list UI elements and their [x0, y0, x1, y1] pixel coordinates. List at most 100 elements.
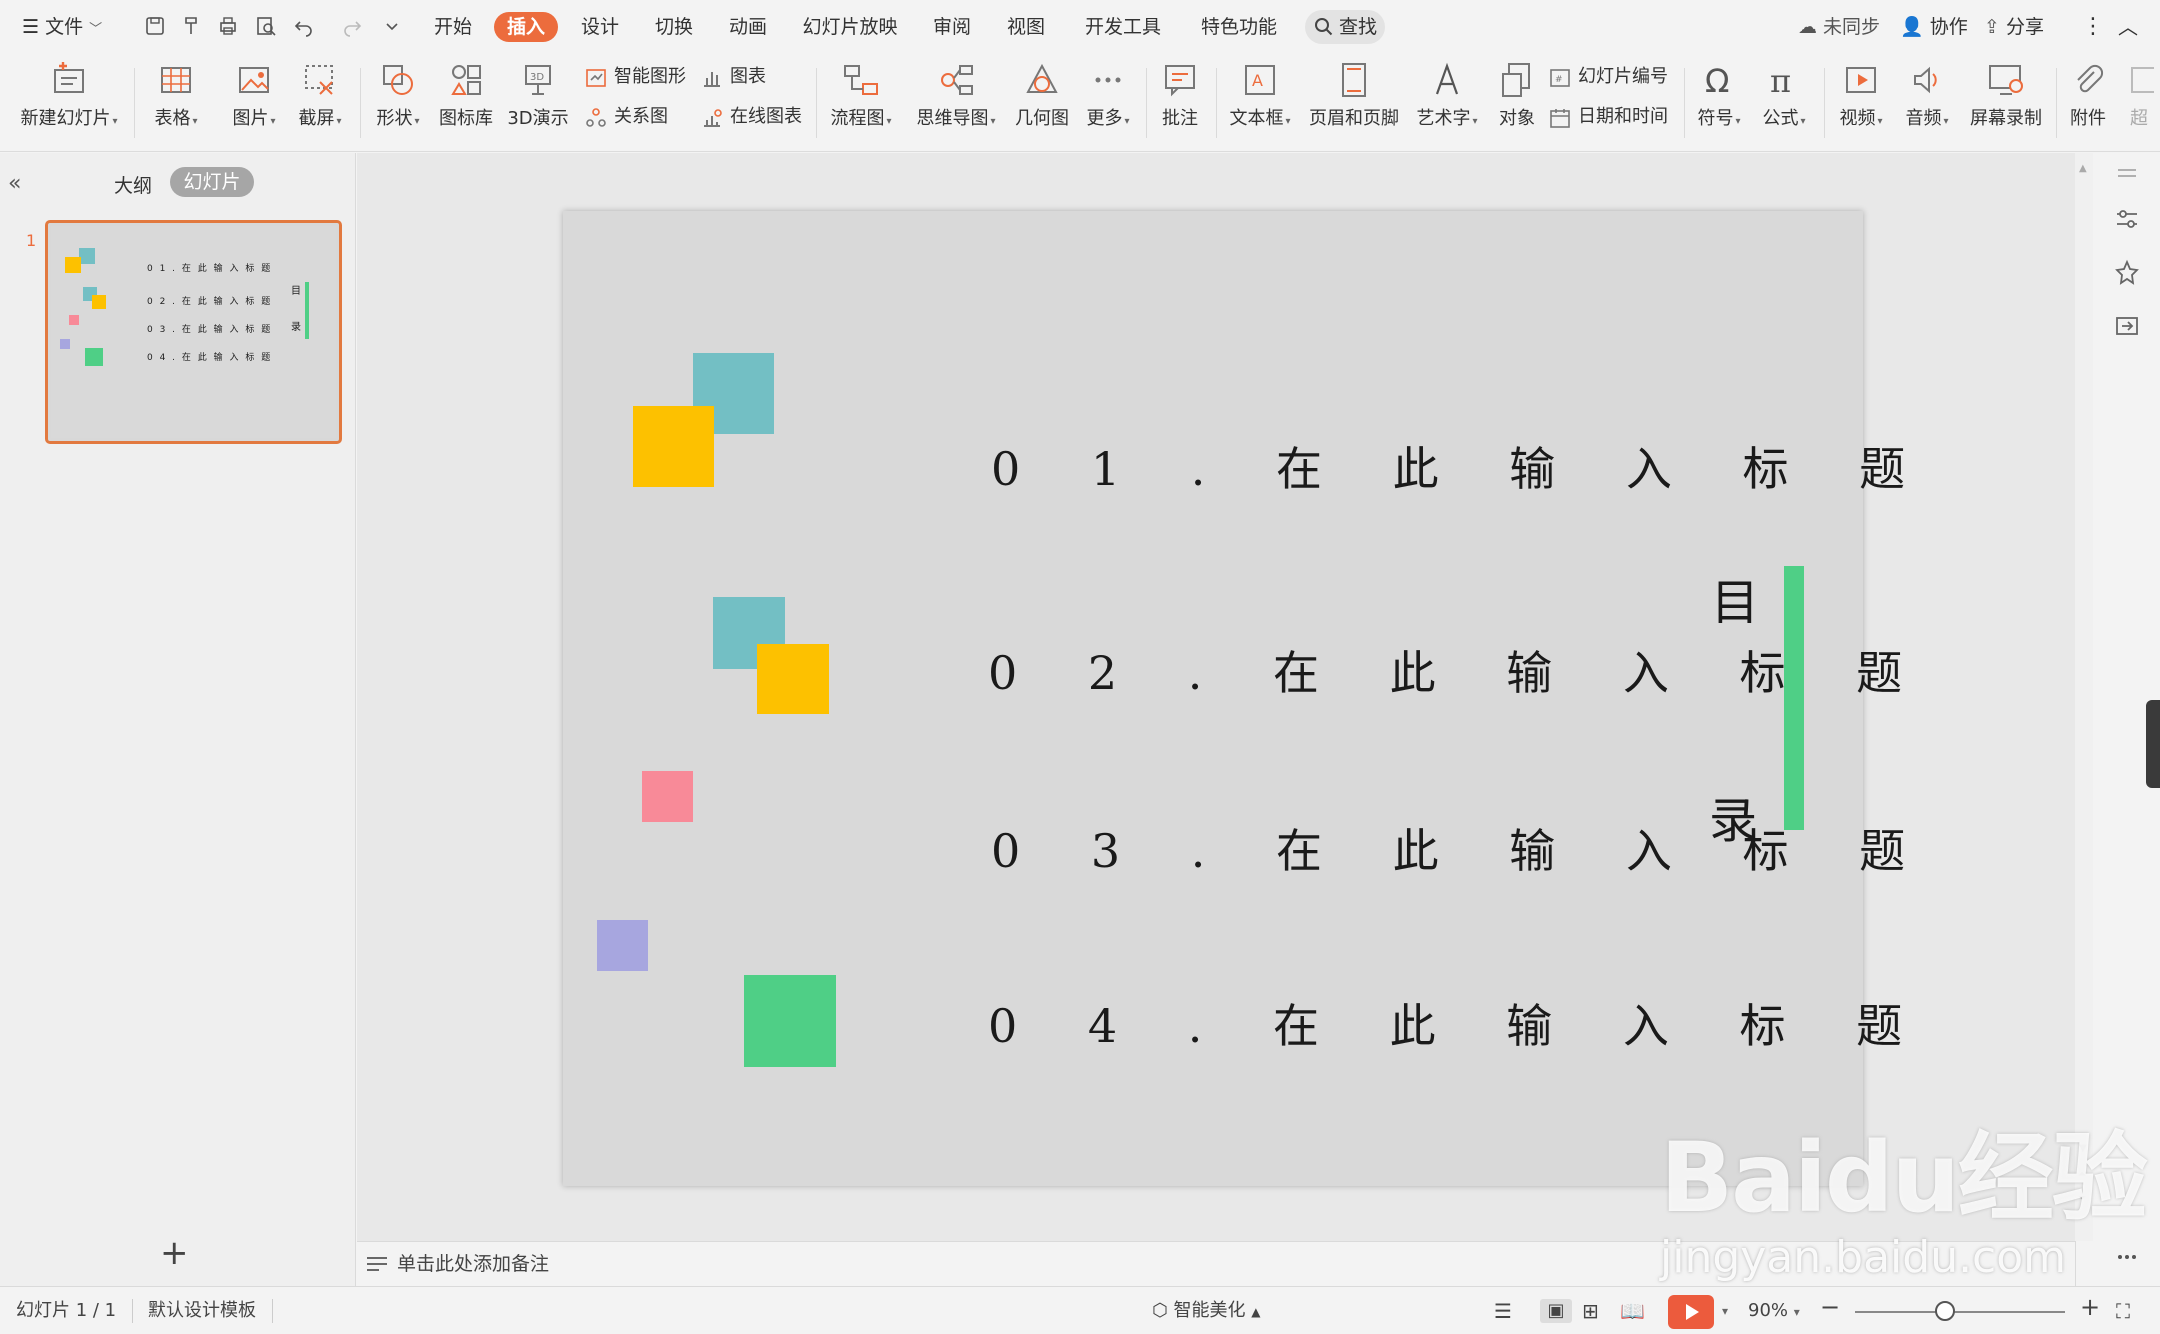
toc-char-lu[interactable]: 录	[1709, 781, 1757, 851]
vertical-scrollbar[interactable]: ▲ ▼ ⏶ ⏷	[2075, 153, 2093, 1241]
save-icon[interactable]	[143, 14, 167, 38]
print-icon[interactable]	[216, 14, 240, 38]
title-item-4[interactable]: 0 4 . 在 此 输 入 标 题	[988, 990, 1930, 1056]
3d-icon: 3D	[518, 60, 558, 100]
datetime-button[interactable]: 日期和时间	[1548, 102, 1668, 132]
object-button[interactable]: 对象	[1492, 60, 1542, 146]
play-options-icon[interactable]: ▾	[1722, 1299, 1728, 1323]
chart-button[interactable]: 图表	[700, 62, 766, 92]
slide[interactable]: 0 1 . 在 此 输 入 标 题 0 2 . 在 此 输 入 标 题 0 3 …	[563, 211, 1905, 1186]
flowchart-button[interactable]: 流程图 ▾	[826, 60, 896, 146]
menu-lines-icon[interactable]	[2112, 160, 2142, 190]
screen-record-button[interactable]: 屏幕录制	[1966, 60, 2046, 146]
play-slideshow-button[interactable]	[1668, 1295, 1714, 1329]
sync-status[interactable]: ☁ 未同步	[1798, 12, 1880, 42]
video-button[interactable]: 视频 ▾	[1834, 60, 1888, 146]
pink-square[interactable]	[642, 771, 693, 822]
collapse-ribbon-icon[interactable]: ︿	[2118, 12, 2138, 42]
notes-toggle-icon[interactable]: ☰	[1494, 1299, 1512, 1323]
attachment-button[interactable]: 附件	[2064, 60, 2112, 146]
undo-icon[interactable]	[292, 14, 316, 38]
share-icon: ⇪	[1984, 16, 2000, 38]
title-item-1[interactable]: 0 1 . 在 此 输 入 标 题	[991, 433, 1933, 499]
header-footer-button[interactable]: 页眉和页脚	[1306, 60, 1402, 146]
formula-button[interactable]: π 公式 ▾	[1756, 60, 1812, 146]
print-preview-icon[interactable]	[254, 14, 278, 38]
zoom-slider-track[interactable]	[1855, 1311, 2065, 1313]
tab-slides[interactable]: 幻灯片	[170, 167, 254, 197]
animation-star-icon[interactable]	[2112, 258, 2142, 288]
new-slide-button[interactable]: 新建幻灯片 ▾	[14, 60, 124, 146]
symbol-button[interactable]: Ω 符号 ▾	[1692, 60, 1746, 146]
search-button[interactable]: 查找	[1305, 10, 1385, 44]
tab-home[interactable]: 开始	[425, 12, 481, 42]
property-sliders-icon[interactable]	[2112, 204, 2142, 234]
format-painter-icon[interactable]	[180, 14, 204, 38]
design-template[interactable]: 默认设计模板	[148, 1299, 256, 1323]
comment-button[interactable]: 批注	[1156, 60, 1204, 146]
more-tools-icon[interactable]	[2112, 1242, 2142, 1272]
3d-demo-button[interactable]: 3D 3D演示	[506, 60, 570, 146]
tab-review[interactable]: 审阅	[924, 12, 980, 42]
shape-button[interactable]: 形状 ▾	[370, 60, 426, 146]
customize-toolbar-icon[interactable]	[380, 14, 404, 38]
online-chart-button[interactable]: 在线图表	[700, 102, 802, 132]
tab-slideshow[interactable]: 幻灯片放映	[798, 12, 902, 42]
smart-graphic-button[interactable]: 智能图形	[584, 62, 686, 92]
add-slide-button[interactable]: +	[160, 1233, 189, 1273]
title-item-3[interactable]: 0 3 . 在 此 输 入 标 题	[991, 815, 1933, 881]
tab-animation[interactable]: 动画	[720, 12, 776, 42]
file-menu[interactable]: ☰ 文件 ﹀	[22, 12, 102, 42]
tab-outline[interactable]: 大纲	[114, 171, 152, 198]
normal-view-icon[interactable]: ▣	[1540, 1299, 1572, 1323]
slide-switch-icon[interactable]	[2112, 312, 2142, 342]
zoom-level[interactable]: 90% ▾	[1748, 1299, 1800, 1323]
relation-label: 关系图	[614, 106, 668, 127]
audio-button[interactable]: 音频 ▾	[1900, 60, 1954, 146]
tab-insert[interactable]: 插入	[494, 12, 558, 42]
tab-special[interactable]: 特色功能	[1196, 12, 1282, 42]
mindmap-button[interactable]: 思维导图 ▾	[910, 60, 1002, 146]
thumb-mulu-top: 目	[291, 286, 301, 297]
smart-beautify-button[interactable]: ⬡ 智能美化 ▲	[1152, 1299, 1260, 1323]
3d-demo-label: 3D演示	[507, 108, 569, 129]
edge-grip[interactable]	[2146, 700, 2160, 788]
collab-button[interactable]: 👤 协作	[1900, 12, 1968, 42]
more-button[interactable]: 更多 ▾	[1080, 60, 1136, 146]
icon-library-button[interactable]: 图标库	[436, 60, 496, 146]
paperclip-icon	[2068, 60, 2108, 100]
share-button[interactable]: ⇪ 分享	[1984, 12, 2044, 42]
tab-developer[interactable]: 开发工具	[1080, 12, 1166, 42]
green-square[interactable]	[744, 975, 836, 1067]
wordart-button[interactable]: 艺术字 ▾	[1412, 60, 1482, 146]
relation-button[interactable]: 关系图	[584, 102, 668, 132]
scroll-up-arrow-icon[interactable]: ▲	[2079, 163, 2087, 174]
fit-window-icon[interactable]: ⛶	[2116, 1299, 2130, 1323]
overflow-button[interactable]: 超	[2124, 60, 2154, 146]
zoom-in-icon[interactable]: +	[2080, 1295, 2100, 1319]
screenshot-button[interactable]: 截屏 ▾	[290, 60, 350, 146]
table-button[interactable]: 表格 ▾	[146, 60, 206, 146]
tab-design[interactable]: 设计	[572, 12, 628, 42]
more-options-icon[interactable]: ⋮	[2082, 12, 2104, 42]
slide-number-button[interactable]: # 幻灯片编号	[1548, 62, 1668, 92]
tab-transition[interactable]: 切换	[646, 12, 702, 42]
title-item-2[interactable]: 0 2 . 在 此 输 入 标 题	[988, 637, 1930, 703]
cube-icon: ⬡	[1152, 1300, 1168, 1321]
yellow-square-2[interactable]	[757, 644, 829, 714]
tab-view[interactable]: 视图	[998, 12, 1054, 42]
reading-view-icon[interactable]: 📖	[1620, 1299, 1645, 1323]
purple-square[interactable]	[597, 920, 648, 971]
redo-icon[interactable]	[340, 14, 364, 38]
picture-button[interactable]: 图片 ▾	[224, 60, 284, 146]
toc-char-mu[interactable]: 目	[1711, 563, 1759, 633]
yellow-square-1[interactable]	[633, 406, 714, 487]
collapse-panel-icon[interactable]: «	[8, 171, 21, 196]
zoom-out-icon[interactable]: −	[1820, 1295, 1840, 1319]
zoom-slider-knob[interactable]	[1935, 1301, 1955, 1321]
textbox-button[interactable]: A 文本框 ▾	[1226, 60, 1294, 146]
comment-icon	[1160, 60, 1200, 100]
slide-sorter-icon[interactable]: ⊞	[1582, 1299, 1599, 1323]
slide-thumbnail[interactable]: 0 1 . 在 此 输 入 标 题 0 2 . 在 此 输 入 标 题 0 3 …	[45, 220, 342, 444]
geometry-button[interactable]: 几何图	[1012, 60, 1072, 146]
